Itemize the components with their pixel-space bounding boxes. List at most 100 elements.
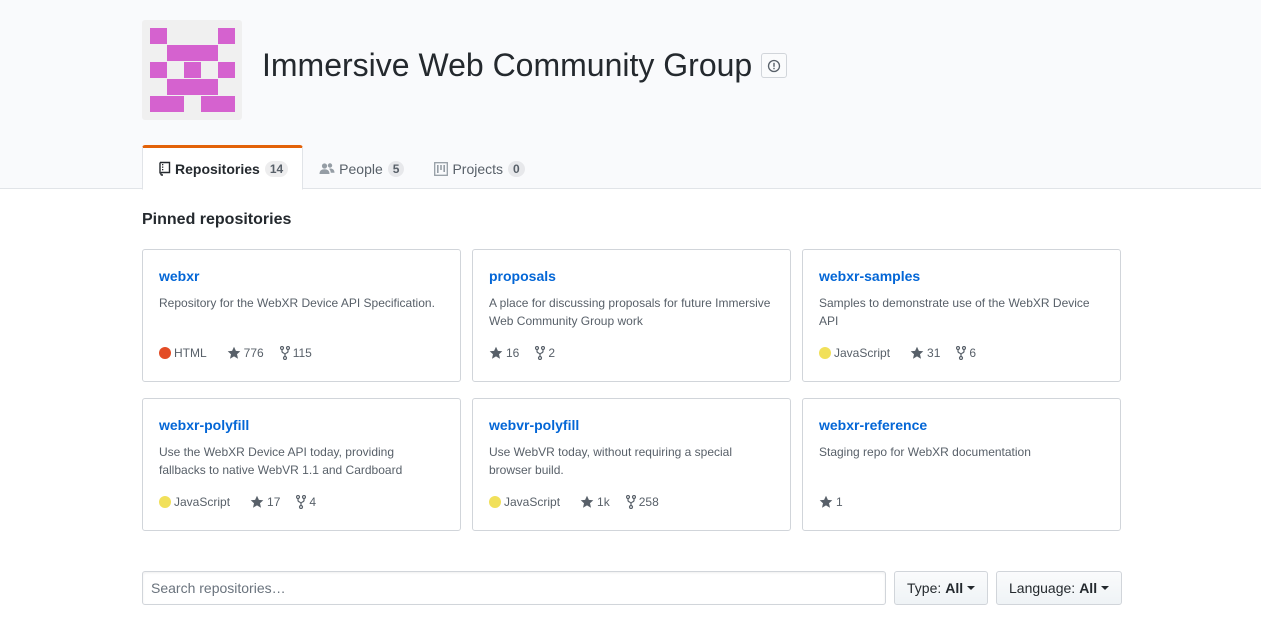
star-icon: [819, 495, 836, 509]
repo-description: Samples to demonstrate use of the WebXR …: [819, 296, 1090, 328]
repo-stars-link[interactable]: 31: [910, 346, 940, 360]
caret-down-icon: [967, 586, 976, 590]
repo-star-count: 1: [836, 495, 843, 509]
repo-name-link[interactable]: webxr-reference: [819, 415, 1104, 435]
org-header: Immersive Web Community Group Repositori…: [0, 0, 1261, 190]
org-avatar[interactable]: [142, 20, 242, 120]
avatar-pixel: [167, 96, 184, 112]
star-icon: [910, 346, 927, 360]
repo-star-count: 776: [243, 346, 264, 360]
repo-stars-link[interactable]: 1k: [580, 495, 610, 509]
repo-language-label: JavaScript: [834, 346, 891, 360]
repo-star-count: 1k: [597, 495, 610, 509]
people-icon: [319, 162, 335, 176]
repo-language-label: JavaScript: [504, 495, 561, 509]
repo-search-input[interactable]: [142, 571, 886, 605]
language-color-dot: [819, 347, 831, 359]
tab-repositories[interactable]: Repositories 14: [142, 145, 304, 190]
avatar-pixel: [150, 96, 167, 112]
language-color-dot: [159, 496, 171, 508]
org-name: Immersive Web Community Group: [262, 47, 753, 83]
repo-meta: 1: [819, 495, 859, 509]
tab-projects-count: 0: [508, 160, 525, 177]
repo-meta: HTML 776 115: [159, 346, 328, 360]
repo-meta: 16 2: [489, 346, 571, 360]
repo-fork-count: 6: [969, 346, 977, 360]
avatar-pixel: [184, 79, 201, 95]
org-tabs: Repositories 14 People 5 Projects 0: [142, 145, 539, 190]
repo-forks-link[interactable]: 258: [625, 495, 659, 509]
star-icon: [580, 495, 597, 509]
tab-people[interactable]: People 5: [303, 145, 418, 189]
repo-meta: JavaScript 1k 258: [489, 495, 675, 509]
repo-stars-link[interactable]: 776: [227, 346, 264, 360]
type-filter-value: All: [945, 580, 964, 596]
repo-forks-link[interactable]: 6: [956, 346, 976, 360]
avatar-pixel: [218, 96, 235, 112]
repo-star-count: 17: [267, 495, 281, 509]
repo-meta: JavaScript 31 6: [819, 346, 992, 360]
fork-icon: [279, 346, 293, 360]
language-color-dot: [489, 496, 501, 508]
repo-language: HTML: [159, 346, 207, 360]
repo-name-link[interactable]: webxr-polyfill: [159, 415, 444, 435]
repo-description: A place for discussing proposals for fut…: [489, 296, 771, 328]
report-abuse-button[interactable]: [761, 53, 787, 78]
repo-stars-link[interactable]: 1: [819, 495, 843, 509]
repo-fork-count: 258: [638, 495, 659, 509]
repo-language: JavaScript: [489, 495, 560, 509]
fork-icon: [535, 346, 548, 360]
repo-language-label: JavaScript: [174, 495, 231, 509]
repo-star-count: 31: [927, 346, 941, 360]
language-filter-button[interactable]: Language: All: [996, 571, 1122, 605]
avatar-pixel: [150, 28, 167, 44]
tab-repositories-label: Repositories: [175, 160, 260, 177]
tab-projects[interactable]: Projects 0: [418, 145, 538, 189]
avatar-pixel: [184, 45, 201, 61]
avatar-pixel: [201, 45, 218, 61]
star-icon: [489, 346, 506, 360]
repo-language: JavaScript: [159, 495, 230, 509]
repo-description: Use WebVR today, without requiring a spe…: [489, 445, 733, 477]
repo-forks-link[interactable]: 4: [296, 495, 316, 509]
avatar-pixel: [167, 45, 184, 61]
star-icon: [227, 346, 244, 360]
repo-fork-count: 2: [548, 346, 556, 360]
repo-description: Repository for the WebXR Device API Spec…: [159, 296, 435, 310]
avatar-pixel: [184, 62, 201, 78]
avatar-pixel: [167, 79, 184, 95]
repo-name-link[interactable]: proposals: [489, 266, 774, 286]
repo-description: Staging repo for WebXR documentation: [819, 445, 1031, 459]
repo-name-link[interactable]: webxr-samples: [819, 266, 1104, 286]
tab-repositories-count: 14: [264, 160, 289, 177]
repo-stars-link[interactable]: 17: [250, 495, 280, 509]
pinned-repositories-title: Pinned repositories: [142, 211, 292, 228]
pinned-repo-card: webxr-polyfill Use the WebXR Device API t…: [142, 398, 461, 531]
avatar-pixel: [201, 79, 218, 95]
fork-icon: [956, 346, 969, 360]
repo-stars-link[interactable]: 16: [489, 346, 519, 360]
language-filter-value: All: [1079, 580, 1098, 596]
type-filter-button[interactable]: Type: All: [894, 571, 988, 605]
repo-icon: [159, 161, 171, 176]
tab-people-label: People: [339, 160, 383, 177]
repo-forks-link[interactable]: 115: [279, 346, 312, 360]
avatar-pixel: [218, 28, 235, 44]
type-filter-label: Type:: [907, 580, 942, 596]
repo-fork-count: 4: [309, 495, 317, 509]
repo-fork-count: 115: [292, 346, 312, 360]
pinned-repo-card: proposals A place for discussing proposal…: [472, 249, 791, 382]
pinned-repo-card: webvr-polyfill Use WebVR today, without r…: [472, 398, 791, 531]
star-icon: [250, 495, 267, 509]
caret-down-icon: [1101, 586, 1110, 590]
language-filter-label: Language:: [1009, 580, 1076, 596]
avatar-pixel: [218, 62, 235, 78]
repo-forks-link[interactable]: 2: [535, 346, 555, 360]
repo-name-link[interactable]: webvr-polyfill: [489, 415, 774, 435]
pinned-repo-card: webxr-samples Samples to demonstrate use …: [802, 249, 1121, 382]
pinned-repo-card: webxr-reference Staging repo for WebXR do…: [802, 398, 1121, 531]
repo-star-count: 16: [506, 346, 520, 360]
repo-language-label: HTML: [174, 346, 207, 360]
alert-icon: [767, 59, 781, 73]
repo-name-link[interactable]: webxr: [159, 266, 444, 286]
